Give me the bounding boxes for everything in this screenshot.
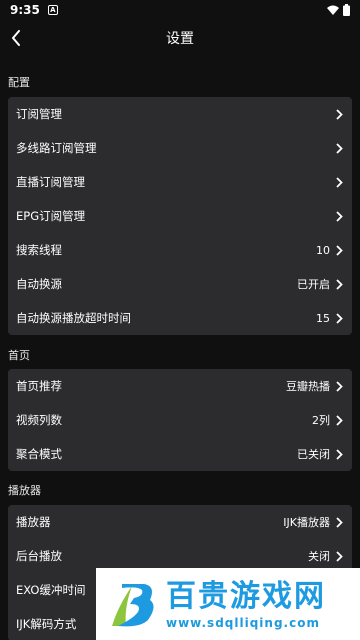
section-label-config: 配置 bbox=[8, 76, 30, 89]
row-auto-switch-timeout[interactable]: 自动换源播放超时时间 15 bbox=[8, 301, 352, 335]
status-time: 9:35 bbox=[10, 3, 40, 17]
row-label: 播放器 bbox=[16, 515, 51, 529]
row-aggregate-mode[interactable]: 聚合模式 已关闭 bbox=[8, 437, 352, 471]
row-video-columns[interactable]: 视频列数 2列 bbox=[8, 403, 352, 437]
watermark-name: 百贵游戏网 bbox=[166, 579, 326, 614]
row-label: EPG订阅管理 bbox=[16, 209, 86, 223]
watermark-url: www.sdqlliqing.com bbox=[166, 616, 320, 630]
row-auto-switch-source[interactable]: 自动换源 已开启 bbox=[8, 267, 352, 301]
back-arrow-icon bbox=[12, 30, 20, 46]
row-label: 直播订阅管理 bbox=[16, 175, 85, 189]
row-label: 自动换源 bbox=[16, 277, 62, 291]
row-label: 后台播放 bbox=[16, 549, 62, 563]
row-label: 订阅管理 bbox=[16, 107, 62, 121]
status-bar: 9:35 A bbox=[0, 0, 360, 20]
row-subscription-manage[interactable]: 订阅管理 bbox=[8, 97, 352, 131]
chevron-right-icon bbox=[336, 550, 344, 562]
row-value: 10 bbox=[316, 243, 330, 257]
notification-icon: A bbox=[47, 5, 58, 15]
row-value: IJK播放器 bbox=[283, 516, 330, 529]
chevron-right-icon bbox=[336, 142, 344, 154]
row-label: 聚合模式 bbox=[16, 447, 62, 461]
chevron-right-icon bbox=[336, 448, 344, 460]
row-value: 2列 bbox=[312, 414, 330, 427]
chevron-right-icon bbox=[336, 176, 344, 188]
chevron-right-icon bbox=[336, 244, 344, 256]
row-value: 已关闭 bbox=[297, 448, 330, 461]
battery-icon bbox=[343, 4, 350, 16]
row-value: 15 bbox=[316, 311, 330, 325]
row-home-recommend[interactable]: 首页推荐 豆瓣热播 bbox=[8, 369, 352, 403]
status-icons bbox=[327, 4, 350, 16]
watermark-text: 百贵游戏网 www.sdqlliqing.com bbox=[166, 578, 326, 630]
row-label: 自动换源播放超时时间 bbox=[16, 311, 131, 325]
row-live-subscription[interactable]: 直播订阅管理 bbox=[8, 165, 352, 199]
row-value: 已开启 bbox=[297, 278, 330, 291]
chevron-right-icon bbox=[336, 516, 344, 528]
chevron-right-icon bbox=[336, 312, 344, 324]
chevron-right-icon bbox=[336, 210, 344, 222]
settings-card-config: 订阅管理 多线路订阅管理 直播订阅管理 EPG订阅管理 搜索线程 10 自动换源… bbox=[8, 97, 352, 335]
row-epg-subscription[interactable]: EPG订阅管理 bbox=[8, 199, 352, 233]
row-value: 豆瓣热播 bbox=[286, 380, 330, 393]
watermark-logo-icon bbox=[112, 584, 154, 627]
page-title: 设置 bbox=[166, 31, 194, 47]
watermark-overlay: 百贵游戏网 www.sdqlliqing.com bbox=[96, 568, 360, 640]
section-label-home: 首页 bbox=[8, 349, 30, 362]
settings-card-home: 首页推荐 豆瓣热播 视频列数 2列 聚合模式 已关闭 bbox=[8, 369, 352, 471]
row-label: 多线路订阅管理 bbox=[16, 141, 97, 155]
row-search-threads[interactable]: 搜索线程 10 bbox=[8, 233, 352, 267]
title-bar: 设置 bbox=[0, 20, 360, 56]
chevron-right-icon bbox=[336, 380, 344, 392]
row-value: 关闭 bbox=[308, 550, 330, 563]
row-label: 搜索线程 bbox=[16, 243, 62, 257]
row-label: 视频列数 bbox=[16, 413, 62, 427]
back-button[interactable] bbox=[4, 26, 28, 50]
section-label-player: 播放器 bbox=[8, 484, 41, 497]
chevron-right-icon bbox=[336, 414, 344, 426]
row-multi-line-subscription[interactable]: 多线路订阅管理 bbox=[8, 131, 352, 165]
chevron-right-icon bbox=[336, 278, 344, 290]
row-player[interactable]: 播放器 IJK播放器 bbox=[8, 505, 352, 539]
wifi-icon bbox=[327, 5, 339, 15]
row-label: 首页推荐 bbox=[16, 379, 62, 393]
chevron-right-icon bbox=[336, 108, 344, 120]
